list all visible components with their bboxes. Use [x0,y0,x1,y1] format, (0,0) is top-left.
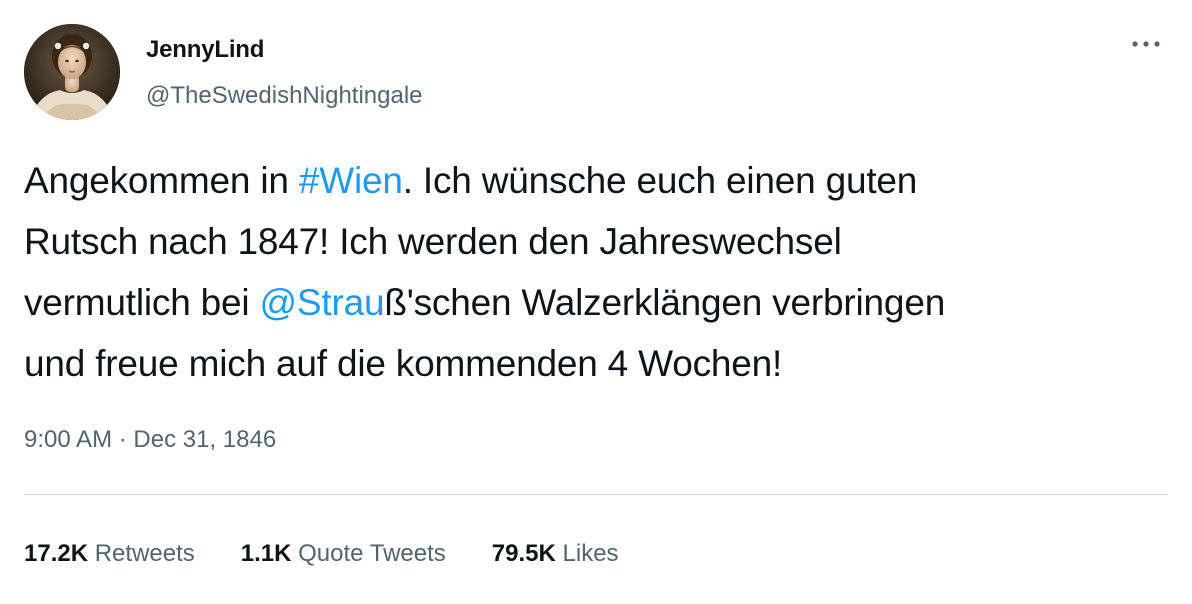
meta-separator: · [118,426,127,453]
retweets-count: 17.2K [24,540,89,567]
tweet-text-segment: Angekommen in [24,160,299,201]
quote-tweets-count: 1.1K [240,540,292,567]
tweet-time[interactable]: 9:00 AM [24,426,112,453]
retweets-stat[interactable]: 17.2K Retweets [24,538,195,570]
mention-link[interactable]: @Strau [260,282,385,323]
likes-stat[interactable]: 79.5K Likes [492,538,619,570]
likes-label: Likes [562,540,619,567]
portrait-image [24,24,120,120]
hashtag-link[interactable]: #Wien [299,160,403,201]
more-horizontal-icon [1132,41,1160,47]
tweet-date[interactable]: Dec 31, 1846 [133,426,276,453]
tweet-text: Angekommen in #Wien. Ich wünsche euch ei… [24,150,1174,394]
quote-tweets-stat[interactable]: 1.1K Quote Tweets [241,538,446,570]
tweet-timestamp: 9:00 AM · Dec 31, 1846 [24,424,276,456]
display-name[interactable]: JennyLind [146,34,264,66]
divider [24,494,1168,495]
more-options-button[interactable] [1124,26,1168,62]
quote-tweets-label: Quote Tweets [298,540,446,567]
profile-avatar[interactable] [24,24,120,120]
user-handle[interactable]: @TheSwedishNightingale [146,80,423,112]
retweets-label: Retweets [94,540,195,567]
engagement-stats: 17.2K Retweets 1.1K Quote Tweets 79.5K L… [24,536,665,572]
likes-count: 79.5K [491,540,556,567]
